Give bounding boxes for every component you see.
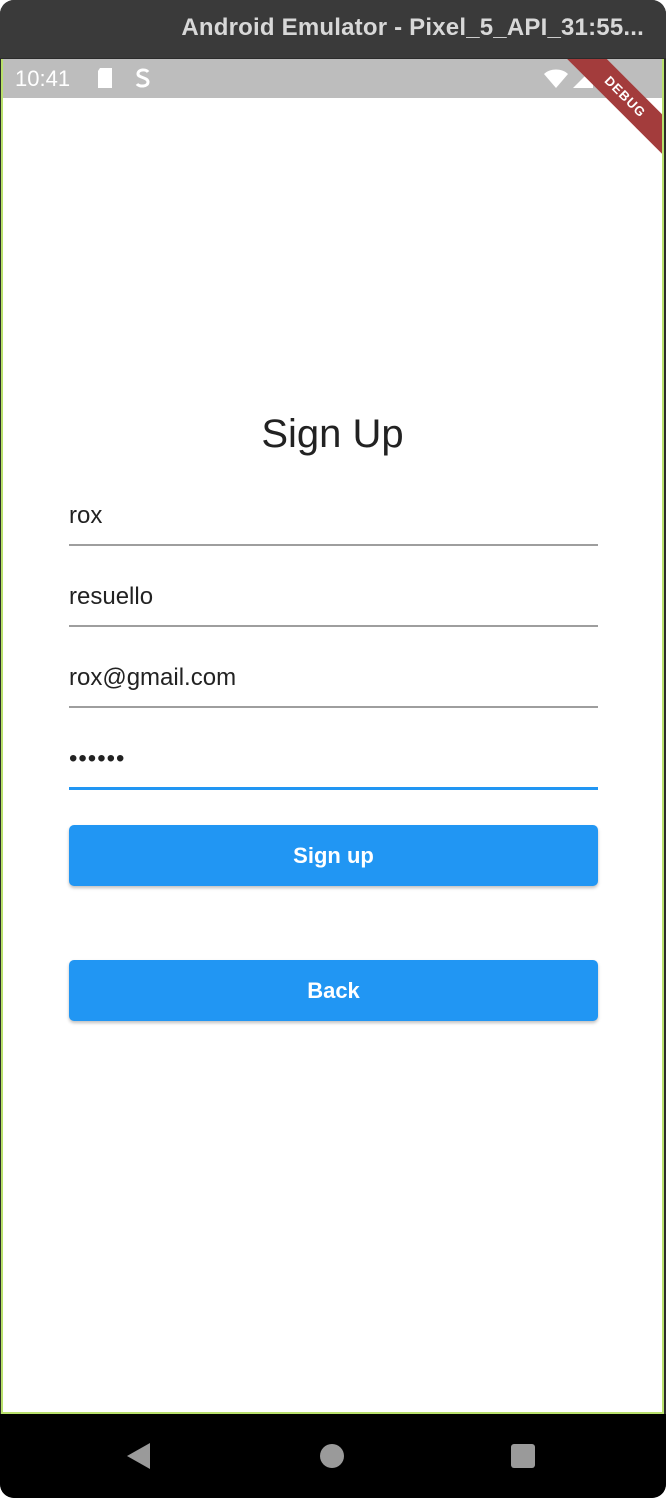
page-title: Sign Up: [261, 412, 404, 456]
status-time: 10:41: [15, 66, 71, 91]
signup-button[interactable]: Sign up: [69, 825, 598, 886]
back-triangle-icon[interactable]: [126, 1442, 152, 1475]
wifi-icon: [543, 67, 569, 94]
password-field[interactable]: [69, 727, 598, 790]
email-field[interactable]: [69, 646, 598, 708]
window-titlebar: Android Emulator - Pixel_5_API_31:55...: [0, 0, 666, 58]
media-icon: [133, 67, 153, 94]
status-bar: 10:41: [3, 59, 662, 98]
window-title: Android Emulator - Pixel_5_API_31:55...: [181, 14, 644, 41]
back-button[interactable]: Back: [69, 960, 598, 1021]
device-screen: 10:41 DEBUG Sign Up rox resuello rox@gma…: [1, 59, 664, 1414]
last-name-input[interactable]: [69, 583, 598, 611]
email-input[interactable]: [69, 664, 598, 692]
password-input[interactable]: [69, 745, 598, 773]
first-name-field[interactable]: [69, 484, 598, 546]
recents-square-icon[interactable]: [510, 1442, 536, 1475]
first-name-input[interactable]: [69, 502, 598, 530]
emulator-frame: Android Emulator - Pixel_5_API_31:55... …: [0, 0, 666, 1498]
home-circle-icon[interactable]: [319, 1442, 345, 1475]
sd-card-icon: [96, 67, 114, 94]
last-name-field[interactable]: [69, 565, 598, 627]
android-nav-bar: [0, 1414, 666, 1498]
